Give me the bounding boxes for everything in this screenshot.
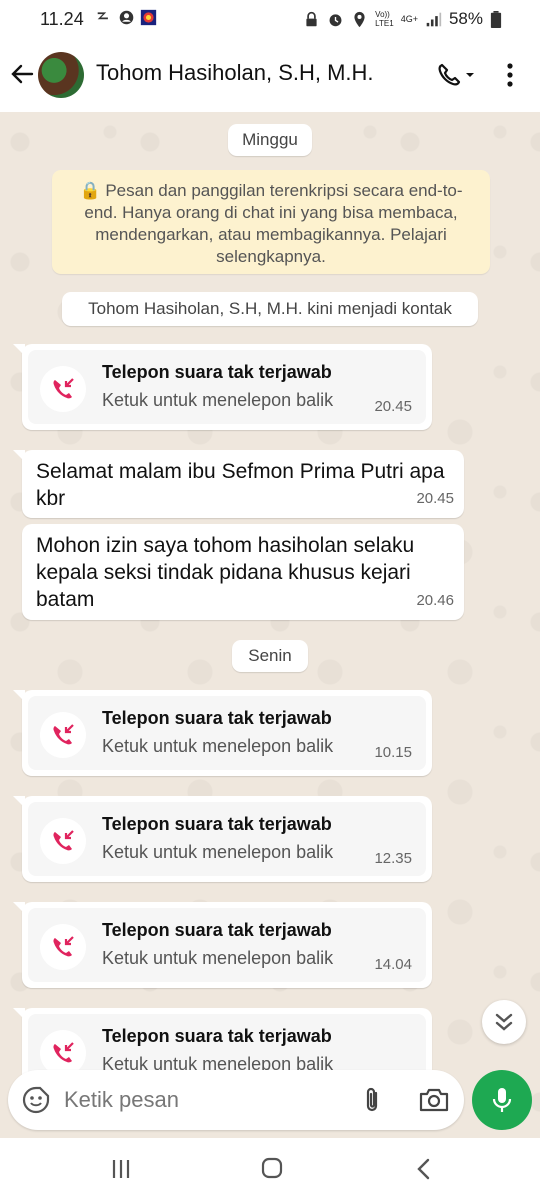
missed-call-bubble[interactable]: Telepon suara tak terjawab Ketuk untuk m… — [13, 344, 432, 430]
message-text: Mohon izin saya tohom hasiholan selaku k… — [36, 534, 415, 611]
nav-back-icon[interactable] — [414, 1157, 434, 1181]
call-time: 10.15 — [374, 744, 412, 761]
mic-icon — [492, 1088, 512, 1112]
scroll-down-button[interactable] — [482, 1000, 526, 1044]
message-bubble[interactable]: Mohon izin saya tohom hasiholan selaku k… — [22, 524, 464, 620]
message-bubble[interactable]: Selamat malam ibu Sefmon Prima Putri apa… — [13, 450, 464, 518]
app-badge-icon — [140, 9, 157, 26]
chat-area[interactable]: Minggu 🔒 Pesan dan panggilan terenkripsi… — [0, 112, 540, 1138]
call-title: Telepon suara tak terjawab — [102, 708, 332, 728]
status-time: 11.24 — [40, 9, 84, 29]
status-bar: 11.24 Vo)) LTE1 4G+ 58% — [0, 0, 540, 38]
system-nav-bar — [0, 1138, 540, 1200]
recent-apps-icon[interactable] — [110, 1158, 132, 1180]
chat-header: Tohom Hasiholan, S.H, M.H. — [0, 38, 540, 112]
call-time: 14.04 — [374, 956, 412, 973]
lte-label: LTE1 — [375, 19, 394, 28]
call-title: Telepon suara tak terjawab — [102, 920, 332, 940]
contact-avatar[interactable] — [38, 52, 84, 98]
battery-icon — [490, 10, 502, 28]
message-input[interactable]: Ketik pesan — [64, 1087, 179, 1113]
date-separator: Minggu — [228, 124, 312, 156]
encryption-notice[interactable]: 🔒 Pesan dan panggilan terenkripsi secara… — [52, 170, 490, 274]
call-subtitle: Ketuk untuk menelepon balik — [102, 948, 334, 968]
call-subtitle: Ketuk untuk menelepon balik — [102, 842, 334, 862]
back-arrow-icon[interactable] — [8, 60, 36, 88]
missed-call-icon — [53, 936, 74, 957]
message-time: 20.45 — [416, 490, 454, 507]
call-subtitle: Ketuk untuk menelepon balik — [102, 736, 334, 756]
alarm-icon — [329, 13, 342, 26]
camera-icon[interactable] — [418, 1086, 450, 1114]
voice-call-icon[interactable] — [436, 62, 476, 88]
emoji-sticker-icon[interactable] — [22, 1086, 50, 1114]
message-time: 20.46 — [416, 592, 454, 609]
call-title: Telepon suara tak terjawab — [102, 362, 332, 382]
home-icon[interactable] — [260, 1156, 284, 1180]
call-title: Telepon suara tak terjawab — [102, 1026, 332, 1046]
call-title: Telepon suara tak terjawab — [102, 814, 332, 834]
more-options-icon[interactable] — [500, 60, 520, 90]
missed-call-icon — [53, 378, 74, 399]
account-icon — [119, 10, 134, 25]
contact-notice: Tohom Hasiholan, S.H, M.H. kini menjadi … — [62, 292, 478, 326]
network-gen-label: 4G+ — [400, 14, 418, 24]
notification-icon — [97, 12, 108, 20]
call-time: 12.35 — [374, 850, 412, 867]
signal-icon — [426, 12, 442, 26]
contact-name[interactable]: Tohom Hasiholan, S.H, M.H. — [96, 60, 374, 86]
location-icon — [354, 11, 365, 27]
missed-call-bubble[interactable]: Telepon suara tak terjawab Ketuk untuk m… — [13, 796, 432, 882]
missed-call-bubble[interactable]: Telepon suara tak terjawab Ketuk untuk m… — [13, 902, 432, 988]
date-separator: Senin — [232, 640, 308, 672]
missed-call-bubble[interactable]: Telepon suara tak terjawab Ketuk untuk m… — [13, 690, 432, 776]
message-text: Selamat malam ibu Sefmon Prima Putri apa… — [36, 460, 445, 510]
volte-label: Vo)) — [375, 10, 390, 19]
attach-icon[interactable] — [360, 1085, 384, 1115]
lock-icon — [306, 11, 317, 26]
voice-record-button[interactable] — [472, 1070, 532, 1130]
missed-call-icon — [53, 724, 74, 745]
missed-call-icon — [53, 830, 74, 851]
battery-percent: 58% — [448, 9, 483, 28]
call-subtitle: Ketuk untuk menelepon balik — [102, 390, 334, 410]
missed-call-icon — [53, 1042, 74, 1063]
double-chevron-down-icon — [495, 1013, 513, 1031]
call-time: 20.45 — [374, 398, 412, 415]
message-input-bar[interactable]: Ketik pesan — [8, 1070, 464, 1130]
